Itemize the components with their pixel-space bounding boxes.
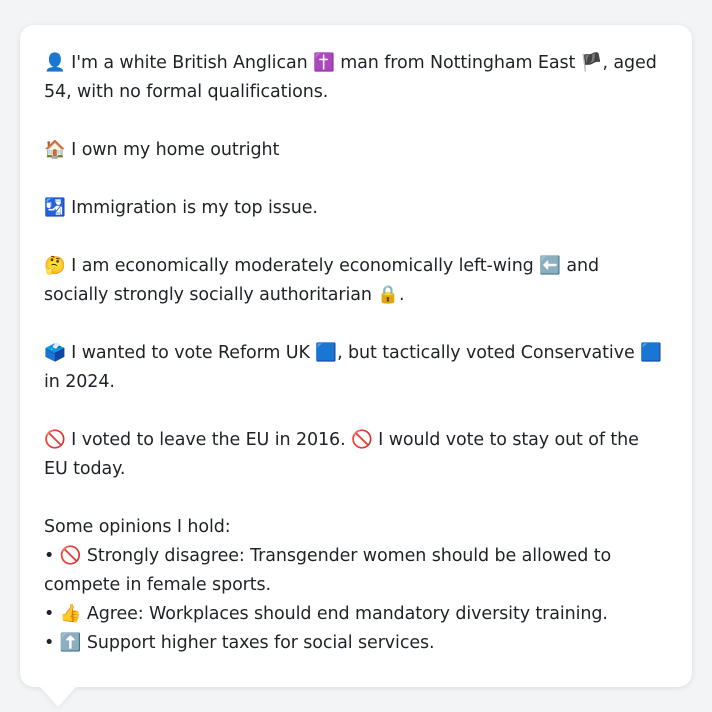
ballot-box-icon: 🗳️ (44, 343, 66, 363)
england-flag-icon: 🏴 (580, 53, 603, 73)
conservative-blue-square-icon: 🟦 (640, 343, 662, 363)
left-arrow-icon: ⬅️ (539, 256, 561, 276)
person-icon: 👤 (44, 53, 66, 73)
identity-paragraph: 👤 I'm a white British Anglican ✝️ man fr… (44, 49, 664, 107)
opinion-item: • ⬆️ Support higher taxes for social ser… (44, 629, 664, 658)
house-icon: 🏠 (44, 140, 66, 160)
reform-blue-square-icon: 🟦 (315, 343, 338, 363)
home-text: I own my home outright (65, 140, 280, 160)
opinions-paragraph: Some opinions I hold: • 🚫 Strongly disag… (44, 513, 664, 658)
ideology-text: I am economically moderately economicall… (65, 256, 540, 276)
identity-text-2: man from Nottingham East (334, 53, 581, 73)
prohibited-icon: 🚫 (351, 430, 373, 450)
ideology-text-3: . (398, 285, 405, 305)
issue-text: Immigration is my top issue. (65, 198, 318, 218)
bullet: • (44, 604, 55, 624)
eu-text: I voted to leave the EU in 2016. (65, 430, 352, 450)
opinions-heading: Some opinions I hold: (44, 517, 231, 537)
ideology-paragraph: 🤔 I am economically moderately economica… (44, 252, 664, 310)
prohibited-icon: 🚫 (59, 546, 82, 566)
bubble-tail (40, 687, 76, 707)
vote-text: I wanted to vote Reform UK (65, 343, 316, 363)
cross-icon: ✝️ (313, 53, 335, 73)
opinion-text: Support higher taxes for social services… (81, 633, 435, 653)
prohibited-icon: 🚫 (44, 430, 66, 450)
issue-paragraph: 🛂 Immigration is my top issue. (44, 194, 664, 223)
opinion-text: Strongly disagree: Transgender women sho… (44, 546, 612, 595)
bullet: • (44, 633, 55, 653)
home-paragraph: 🏠 I own my home outright (44, 136, 664, 165)
opinion-item: • 🚫 Strongly disagree: Transgender women… (44, 542, 664, 600)
vote-text-2: , but tactically voted Conservative (337, 343, 641, 363)
thinking-face-icon: 🤔 (44, 256, 66, 276)
identity-text: I'm a white British Anglican (65, 53, 314, 73)
opinion-item: • 👍 Agree: Workplaces should end mandato… (44, 600, 664, 629)
up-arrow-icon: ⬆️ (59, 633, 82, 653)
vote-paragraph: 🗳️ I wanted to vote Reform UK 🟦, but tac… (44, 339, 664, 397)
thumbs-up-icon: 👍 (59, 604, 82, 624)
opinion-text: Agree: Workplaces should end mandatory d… (81, 604, 608, 624)
passport-control-icon: 🛂 (44, 198, 66, 218)
lock-icon: 🔒 (377, 285, 399, 305)
vote-text-3: in 2024. (44, 372, 115, 392)
persona-message-bubble: 👤 I'm a white British Anglican ✝️ man fr… (20, 25, 692, 687)
bullet: • (44, 546, 55, 566)
eu-paragraph: 🚫 I voted to leave the EU in 2016. 🚫 I w… (44, 426, 664, 484)
